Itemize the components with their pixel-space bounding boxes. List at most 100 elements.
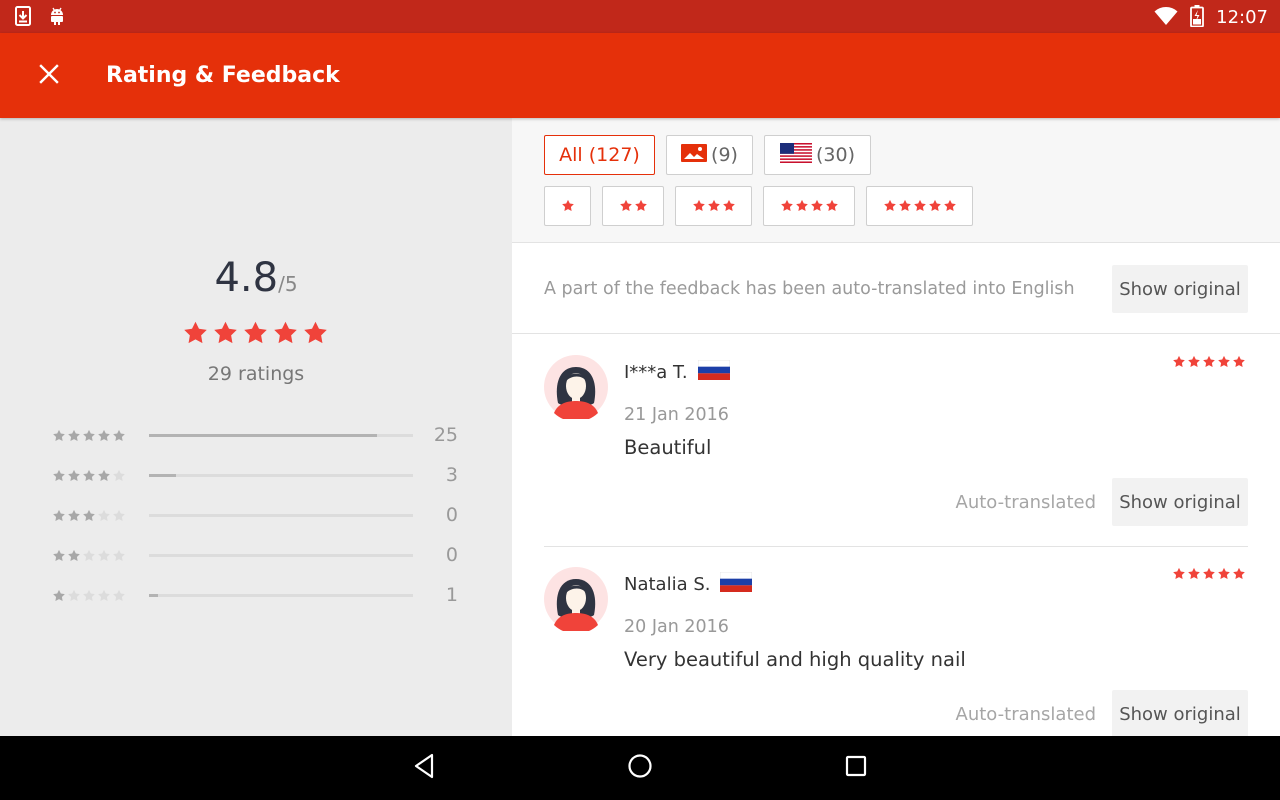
star-icon (1173, 567, 1185, 579)
app-bar: Rating & Feedback (0, 33, 1280, 118)
star-icon (795, 199, 808, 211)
star-icon (1218, 355, 1230, 367)
home-button[interactable] (624, 752, 656, 784)
star-icon (53, 469, 65, 481)
russia-flag-icon (697, 359, 730, 386)
star-icon (53, 429, 65, 441)
star-icon (913, 199, 926, 211)
star-icon (98, 469, 110, 481)
histogram-stars (52, 589, 126, 603)
histogram-count: 3 (445, 464, 458, 486)
review-text: Beautiful (624, 436, 712, 459)
star-icon (113, 509, 125, 521)
review-text: Very beautiful and high quality nail (624, 648, 966, 671)
star-icon (53, 589, 65, 601)
close-button[interactable] (30, 57, 68, 95)
histogram-count: 0 (445, 504, 458, 526)
filter-5-stars[interactable] (866, 186, 973, 226)
score-max: /5 (278, 272, 298, 296)
translation-notice-text: A part of the feedback has been auto-tra… (544, 279, 1075, 299)
histogram-stars (52, 509, 126, 523)
reviewer-name: I***a T. (624, 362, 688, 383)
android-icon (48, 6, 66, 30)
star-icon (707, 199, 720, 211)
filter-3-stars[interactable] (675, 186, 752, 226)
reviewer: I***a T. (624, 359, 730, 386)
star-icon (83, 429, 95, 441)
filter-2-stars[interactable] (602, 186, 664, 226)
filter-all[interactable]: All (127) (544, 135, 655, 175)
back-button[interactable] (408, 752, 440, 784)
download-icon (14, 6, 32, 30)
histogram-bar (149, 474, 413, 477)
histogram-row-5: 25 (52, 425, 472, 445)
star-icon (113, 589, 125, 601)
histogram-bar (149, 434, 413, 437)
star-icon (68, 589, 80, 601)
avatar (544, 567, 608, 634)
russia-flag-icon (720, 571, 753, 598)
feedback-panel: All (127) (9) (30) A part of the feedbac… (512, 118, 1280, 736)
star-icon (53, 549, 65, 561)
recents-icon (845, 755, 867, 781)
star-icon (68, 549, 80, 561)
filter-1-star[interactable] (544, 186, 591, 226)
histogram-count: 25 (433, 424, 458, 446)
filter-stars (619, 199, 648, 213)
filter-country[interactable]: (30) (764, 135, 871, 175)
review-date: 20 Jan 2016 (624, 617, 729, 637)
star-icon (113, 549, 125, 561)
show-original-button[interactable]: Show original (1112, 478, 1248, 526)
histogram-bar (149, 514, 413, 517)
filter-4-stars[interactable] (763, 186, 855, 226)
home-icon (627, 753, 653, 783)
recents-button[interactable] (840, 752, 872, 784)
show-original-button[interactable]: Show original (1112, 265, 1248, 313)
photo-icon (681, 143, 708, 167)
show-original-button[interactable]: Show original (1112, 690, 1248, 736)
star-icon (898, 199, 911, 211)
star-icon (943, 199, 956, 211)
auto-translated-label: Auto-translated (955, 492, 1096, 513)
star-icon (83, 509, 95, 521)
auto-translated-label: Auto-translated (955, 704, 1096, 725)
filter-stars (692, 199, 736, 213)
translation-notice: A part of the feedback has been auto-tra… (512, 244, 1280, 334)
histogram-bar-fill (149, 594, 158, 597)
star-icon (1188, 567, 1200, 579)
filter-photos-label: (9) (711, 144, 738, 166)
star-icon (780, 199, 793, 211)
reviewer-name: Natalia S. (624, 574, 711, 595)
star-icon (83, 469, 95, 481)
back-icon (412, 753, 436, 783)
star-icon (722, 199, 735, 211)
filter-stars (883, 199, 957, 213)
star-icon (98, 429, 110, 441)
filter-photos[interactable]: (9) (666, 135, 753, 175)
star-icon (1203, 355, 1215, 367)
star-icon (274, 321, 297, 344)
review-rating (1172, 355, 1246, 369)
histogram-bar (149, 594, 413, 597)
star-icon (53, 509, 65, 521)
average-stars (182, 320, 329, 347)
close-icon (39, 64, 59, 88)
star-icon (634, 199, 647, 211)
star-icon (928, 199, 941, 211)
star-icon (68, 429, 80, 441)
review-item: Natalia S. 20 Jan 2016 Very beautiful an… (544, 547, 1248, 736)
star-icon (98, 589, 110, 601)
histogram-stars (52, 429, 126, 443)
page-title: Rating & Feedback (106, 63, 340, 88)
wifi-icon (1154, 6, 1178, 30)
filter-all-label: All (127) (559, 144, 640, 166)
review-date: 21 Jan 2016 (624, 405, 729, 425)
reviewer: Natalia S. (624, 571, 753, 598)
star-icon (68, 509, 80, 521)
rating-summary-panel: 4.8/5 29 ratings 25 3 0 0 1 (0, 118, 512, 736)
histogram-stars (52, 469, 126, 483)
score-value: 4.8 (214, 255, 279, 301)
review-item: I***a T. 21 Jan 2016 Beautiful Auto-tran… (544, 335, 1248, 547)
avatar (544, 355, 608, 422)
histogram-bar-fill (149, 474, 177, 477)
